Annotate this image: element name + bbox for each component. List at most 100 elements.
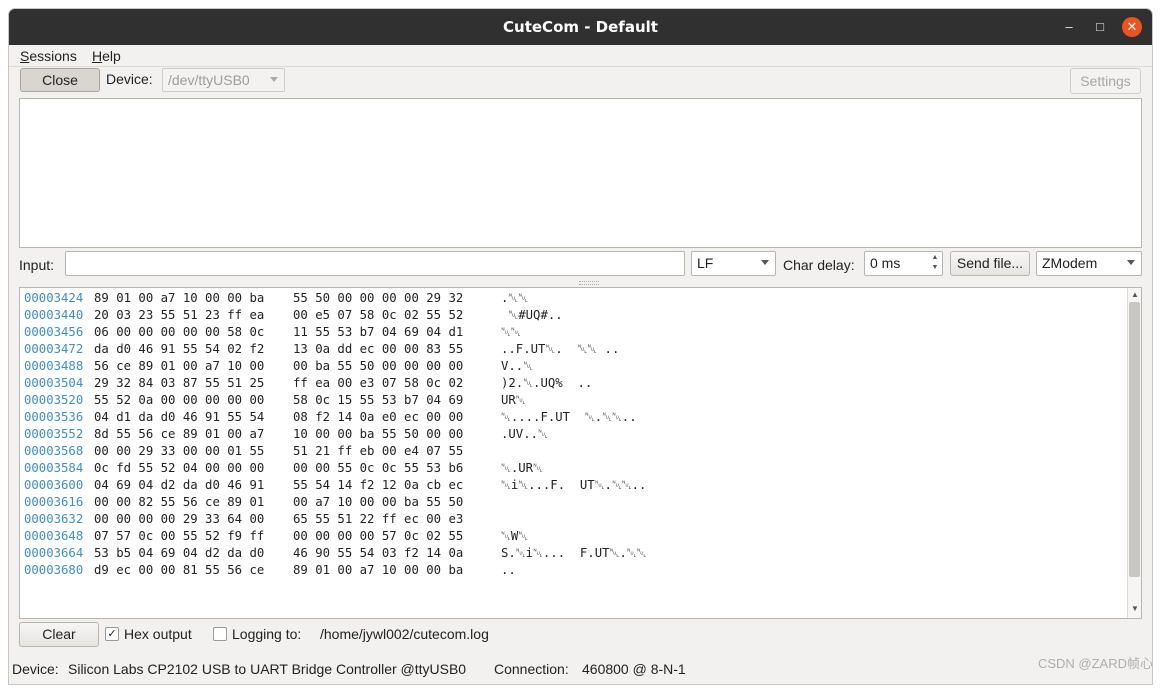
output-panel[interactable]: 00003424 89 01 00 a7 10 00 00 ba 55 50 00 … (19, 287, 1142, 619)
hex-row-bytes-2: 89 01 00 a7 10 00 00 ba (293, 563, 464, 577)
device-label: Device: (106, 71, 153, 87)
hex-row-address: 00003616 (24, 495, 84, 509)
hex-row-ascii: ␀#UQ#.. (501, 308, 563, 322)
hex-row-bytes-2: ff ea 00 e3 07 58 0c 02 (293, 376, 464, 390)
hex-row-bytes-2: 00 00 55 0c 0c 55 53 b6 (293, 461, 464, 475)
hex-row-bytes-1: d9 ec 00 00 81 55 56 ce (94, 563, 265, 577)
scroll-up-icon[interactable]: ▲ (1128, 290, 1141, 302)
menu-sessions-label: essions (29, 48, 77, 64)
hex-row-bytes-1: 8d 55 56 ce 89 01 00 a7 (94, 427, 265, 441)
hex-row-bytes-1: 55 52 0a 00 00 00 00 00 (94, 393, 265, 407)
menu-sessions[interactable]: Sessions (20, 48, 77, 64)
chevron-down-icon (270, 77, 278, 82)
command-history-panel[interactable] (19, 98, 1142, 248)
hex-row-address: 00003520 (24, 393, 84, 407)
hex-row-bytes-1: 00 00 29 33 00 00 01 55 (94, 444, 265, 458)
hex-row-ascii: ..F.UT␀. ␀␀ .. (501, 342, 620, 356)
hex-row-address: 00003488 (24, 359, 84, 373)
hex-row-ascii: .UV..␀ (501, 427, 548, 441)
close-port-button[interactable]: Close (20, 68, 100, 92)
hex-row-address: 00003600 (24, 478, 84, 492)
hex-row-bytes-2: 00 00 00 00 57 0c 02 55 (293, 529, 464, 543)
status-bar: Device: Silicon Labs CP2102 USB to UART … (9, 657, 1152, 684)
scrollbar-thumb[interactable] (1129, 302, 1140, 577)
char-delay-label: Char delay: (783, 257, 855, 273)
hex-row-bytes-1: 07 57 0c 00 55 52 f9 ff (94, 529, 265, 543)
hex-row-ascii: UR␀ (501, 393, 526, 407)
output-scrollbar[interactable]: ▲ ▼ (1127, 288, 1141, 618)
char-delay-spinbox[interactable]: 0 ms ▲ ▼ (864, 251, 943, 276)
hex-row-ascii: .␀␀ (501, 291, 529, 305)
watermark: CSDN @ZARD帧心 (1037, 656, 1153, 671)
minimize-icon[interactable]: – (1059, 17, 1079, 37)
hex-row-ascii: ␀.UR␀ (501, 461, 543, 475)
line-ending-select[interactable]: LF (691, 251, 776, 276)
close-window-icon[interactable]: ✕ (1122, 17, 1142, 37)
hex-row-bytes-1: 56 ce 89 01 00 a7 10 00 (94, 359, 265, 373)
hex-row-bytes-2: 08 f2 14 0a e0 ec 00 00 (293, 410, 464, 424)
input-label: Input: (19, 257, 55, 273)
clear-button[interactable]: Clear (19, 622, 99, 647)
hex-row-bytes-2: 00 e5 07 58 0c 02 55 52 (293, 308, 464, 322)
hex-row-bytes-1: 00 00 82 55 56 ce 89 01 (94, 495, 265, 509)
maximize-icon[interactable]: □ (1090, 17, 1110, 37)
splitter-handle[interactable] (579, 281, 599, 285)
hex-row-ascii: ␀␀ (501, 325, 521, 339)
hex-row-address: 00003632 (24, 512, 84, 526)
menu-help[interactable]: Help (92, 48, 121, 64)
menu-help-label: elp (102, 48, 121, 64)
hex-row-bytes-1: 89 01 00 a7 10 00 00 ba (94, 291, 265, 305)
hex-row-ascii: S.␀i␀... F.UT␀.␀␀ (501, 546, 647, 560)
hex-row-bytes-1: 0c fd 55 52 04 00 00 00 (94, 461, 265, 475)
hex-row-ascii: V..␀ (501, 359, 534, 373)
hex-row-ascii: ␀W␀ (501, 529, 529, 543)
hex-row-bytes-1: 04 69 04 d2 da d0 46 91 (94, 478, 265, 492)
hex-row-bytes-1: 20 03 23 55 51 23 ff ea (94, 308, 265, 322)
hex-row-bytes-2: 65 55 51 22 ff ec 00 e3 (293, 512, 464, 526)
menu-bar: Sessions Help (9, 45, 1152, 67)
hex-row-address: 00003680 (24, 563, 84, 577)
hex-row-address: 00003584 (24, 461, 84, 475)
hex-row-ascii: ␀i␀...F. UT␀.␀␀.. (501, 478, 647, 492)
hex-row-address: 00003472 (24, 342, 84, 356)
scroll-down-icon[interactable]: ▼ (1128, 604, 1141, 616)
hex-row-ascii: .. (501, 563, 516, 577)
hex-output-checkbox[interactable]: ✓ (105, 627, 119, 641)
hex-row-bytes-1: 04 d1 da d0 46 91 55 54 (94, 410, 265, 424)
device-select[interactable]: /dev/ttyUSB0 (162, 68, 285, 92)
window-title: CuteCom - Default (503, 18, 658, 36)
logging-label: Logging to: (232, 626, 302, 642)
log-path: /home/jywl002/cutecom.log (320, 626, 489, 642)
hex-row-ascii: )2.␀.UQ% .. (501, 376, 593, 390)
char-delay-value: 0 ms (870, 255, 901, 271)
settings-button[interactable]: Settings (1070, 68, 1141, 94)
hex-row-address: 00003504 (24, 376, 84, 390)
hex-row-address: 00003536 (24, 410, 84, 424)
chevron-down-icon (761, 260, 769, 265)
hex-row-bytes-2: 00 a7 10 00 00 ba 55 50 (293, 495, 464, 509)
line-ending-value: LF (697, 255, 714, 271)
hex-row-address: 00003664 (24, 546, 84, 560)
hex-row-address: 00003648 (24, 529, 84, 543)
spin-down-icon[interactable]: ▼ (930, 263, 940, 273)
logging-checkbox[interactable] (213, 627, 227, 641)
protocol-select[interactable]: ZModem (1036, 251, 1142, 276)
hex-row-address: 00003424 (24, 291, 84, 305)
hex-output-label: Hex output (124, 626, 192, 642)
hex-row-ascii: ␀....F.UT ␀.␀␀.. (501, 410, 637, 424)
spin-up-icon[interactable]: ▲ (930, 253, 940, 263)
chevron-down-icon (1127, 260, 1135, 265)
hex-row-bytes-2: 00 ba 55 50 00 00 00 00 (293, 359, 464, 373)
hex-row-bytes-2: 11 55 53 b7 04 69 04 d1 (293, 325, 464, 339)
menu-sessions-mnemonic: S (20, 48, 30, 64)
menu-help-mnemonic: H (92, 48, 103, 64)
device-select-value: /dev/ttyUSB0 (168, 72, 250, 88)
input-field[interactable] (65, 251, 685, 276)
hex-row-bytes-2: 55 54 14 f2 12 0a cb ec (293, 478, 464, 492)
send-file-button[interactable]: Send file... (950, 251, 1030, 276)
hex-row-bytes-2: 10 00 00 ba 55 50 00 00 (293, 427, 464, 441)
hex-row-address: 00003440 (24, 308, 84, 322)
title-bar[interactable]: CuteCom - Default – □ ✕ (9, 9, 1152, 45)
hex-row-address: 00003456 (24, 325, 84, 339)
hex-row-bytes-2: 58 0c 15 55 53 b7 04 69 (293, 393, 464, 407)
